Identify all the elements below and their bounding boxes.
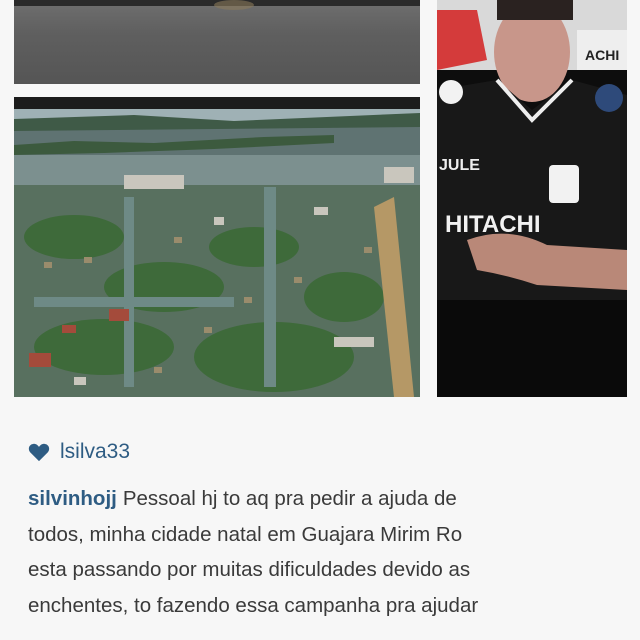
comment-line: silvinhojj Pessoal hj to aq pra pedir a a… [28, 487, 457, 510]
photo-player[interactable]: ACHI JULE HITACHI [437, 0, 627, 397]
heart-icon[interactable] [28, 442, 50, 462]
flood-aerial-image [14, 97, 420, 397]
banner-text: ACHI [585, 47, 619, 63]
photo-flood-aerial[interactable] [14, 97, 420, 397]
player-image: ACHI JULE HITACHI [437, 0, 627, 397]
comment-line: enchentes, to fazendo essa campanha pra … [28, 593, 479, 617]
post-caption: lsilva33 silvinhojj Pessoal hj to aq pra … [28, 432, 628, 623]
comment-line: esta passando por muitas dificuldades de… [28, 558, 471, 581]
likes-row[interactable]: lsilva33 [28, 432, 628, 472]
photo-road[interactable] [14, 0, 420, 84]
jersey-sponsor: HITACHI [445, 211, 541, 238]
photo-detail [214, 0, 254, 10]
jersey-brand: JULE [439, 157, 480, 174]
liker-username[interactable]: lsilva33 [60, 440, 130, 464]
comment-line: todos, minha cidade natal em Guajara Mir… [28, 522, 463, 546]
comment-text: silvinhojj Pessoal hj to aq pra pedir a a… [28, 481, 628, 623]
comment-username[interactable]: silvinhojj [28, 487, 117, 510]
